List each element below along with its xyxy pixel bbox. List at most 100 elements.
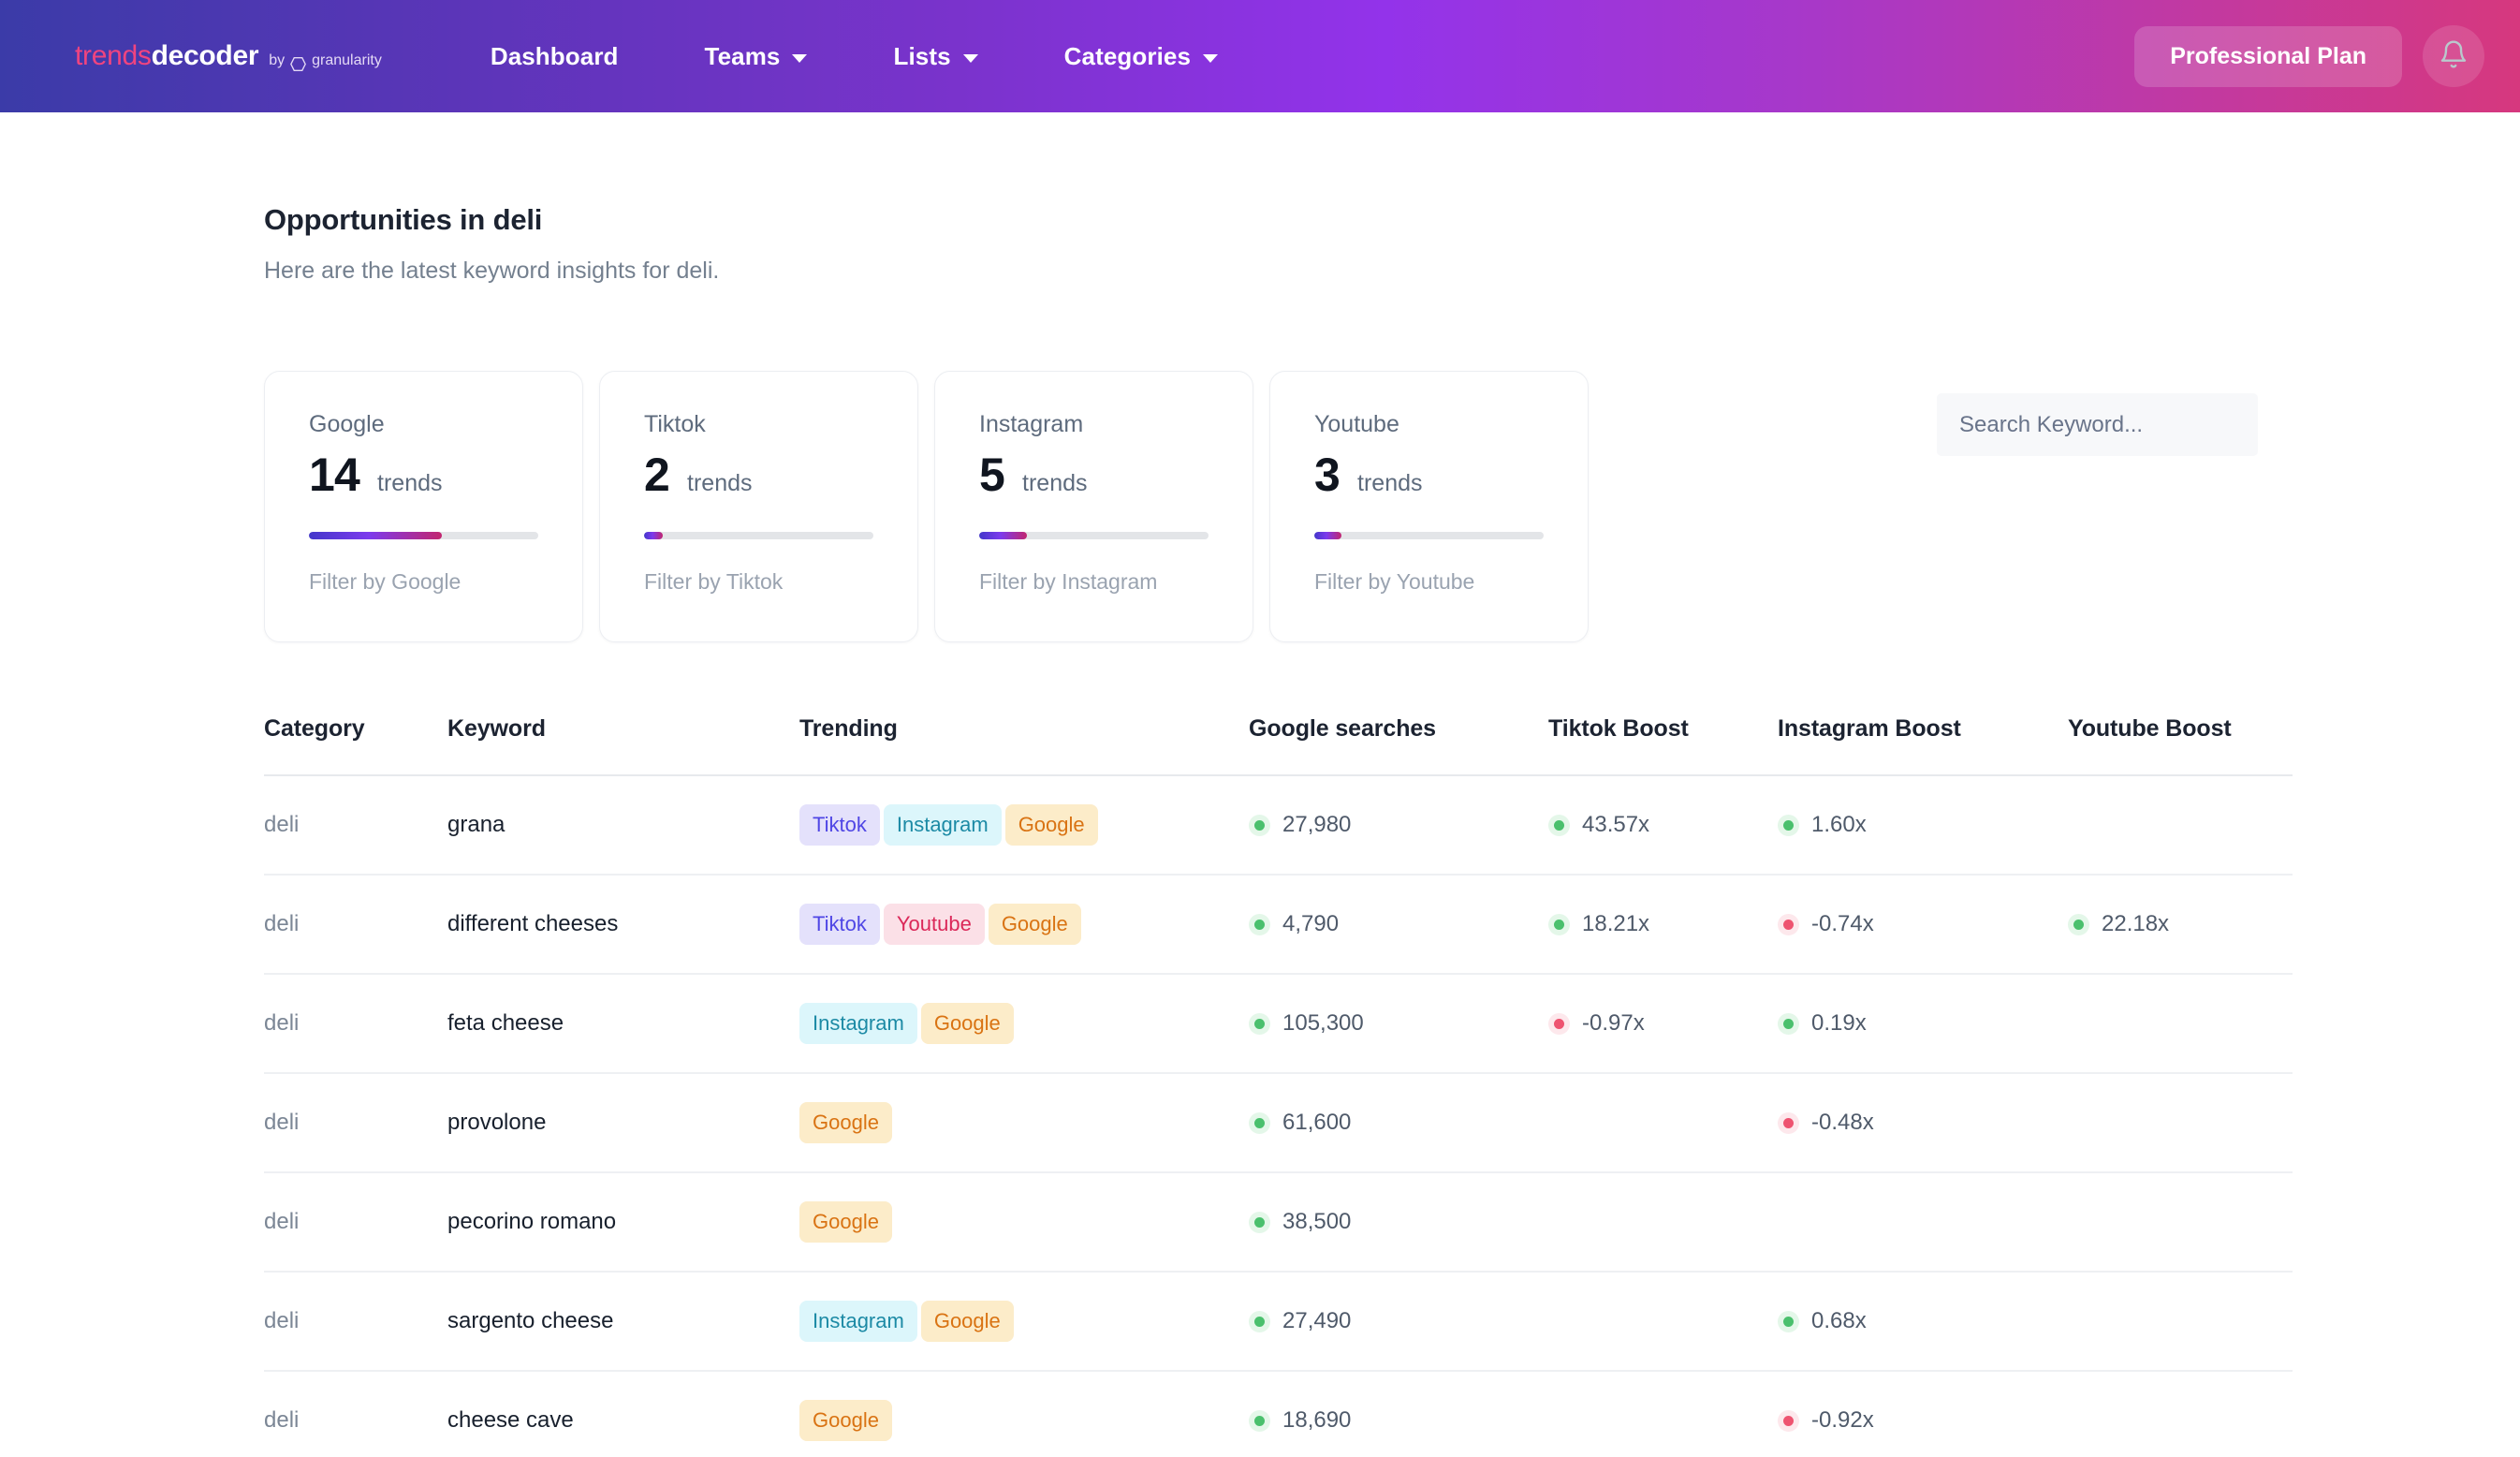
negative-indicator-icon [1548, 1012, 1570, 1035]
metric-google-searches: 18,690 [1249, 1407, 1548, 1434]
trending-tag-instagram[interactable]: Instagram [799, 1301, 917, 1342]
metric-value: -0.48x [1811, 1110, 1874, 1135]
cell-tiktok-boost [1548, 1371, 1778, 1457]
column-header-category[interactable]: Category [264, 715, 447, 775]
trending-tag-tiktok[interactable]: Tiktok [799, 804, 880, 846]
brand-name-secondary: decoder [151, 40, 259, 71]
stat-card-youtube-progress-fill [1314, 532, 1342, 539]
plan-badge[interactable]: Professional Plan [2134, 25, 2402, 87]
stat-card-google-filter-link[interactable]: Filter by Google [309, 569, 538, 595]
trending-tag-instagram[interactable]: Instagram [799, 1003, 917, 1044]
cell-google-searches: 38,500 [1249, 1172, 1548, 1273]
metric-value: 0.68x [1811, 1308, 1867, 1333]
cell-keyword[interactable]: provolone [447, 1073, 799, 1173]
nav-item-dashboard[interactable]: Dashboard [447, 33, 662, 81]
metric-instagram-boost: 0.19x [1778, 1010, 2068, 1037]
cell-keyword[interactable]: cheese cave [447, 1371, 799, 1457]
cell-google-searches: 18,690 [1249, 1371, 1548, 1457]
metric-value: 43.57x [1582, 812, 1650, 837]
metric-value: 0.19x [1811, 1010, 1867, 1036]
stat-card-instagram-value-row: 5 trends [979, 451, 1209, 498]
trending-tag-group: Instagram Google [799, 1301, 1249, 1342]
primary-nav-links: Dashboard Teams Lists Categories [447, 33, 1261, 81]
table-row[interactable]: deli feta cheese Instagram Google 105,300 -0.… [264, 974, 2293, 1074]
cell-keyword[interactable]: different cheeses [447, 875, 799, 975]
cell-keyword[interactable]: sargento cheese [447, 1272, 799, 1372]
bell-icon [2439, 39, 2469, 74]
table-row[interactable]: deli cheese cave Google 18,690 -0.92x [264, 1371, 2293, 1457]
opportunities-table-wrapper: Category Keyword Trending Google searche… [264, 715, 2293, 1457]
cell-keyword[interactable]: pecorino romano [447, 1172, 799, 1273]
nav-item-teams-label: Teams [704, 41, 781, 70]
metric-google-searches: 27,490 [1249, 1308, 1548, 1334]
trending-tag-google[interactable]: Google [799, 1102, 892, 1143]
cell-tiktok-boost [1548, 1073, 1778, 1173]
stat-card-google-unit: trends [377, 470, 443, 496]
trending-tag-instagram[interactable]: Instagram [883, 804, 1002, 846]
cell-keyword[interactable]: grana [447, 775, 799, 876]
cell-trending: Tiktok Instagram Google [799, 775, 1249, 876]
cell-category: deli [264, 775, 447, 876]
cell-tiktok-boost: 43.57x [1548, 775, 1778, 876]
metric-tiktok-boost: 43.57x [1548, 812, 1778, 838]
column-header-google-searches[interactable]: Google searches [1249, 715, 1548, 775]
positive-indicator-icon [1778, 1310, 1799, 1332]
nav-item-dashboard-label: Dashboard [490, 41, 619, 70]
column-header-trending[interactable]: Trending [799, 715, 1249, 775]
stat-card-tiktok-filter-link[interactable]: Filter by Tiktok [644, 569, 873, 595]
trending-tag-google[interactable]: Google [988, 904, 1081, 945]
cell-tiktok-boost [1548, 1172, 1778, 1273]
stat-card-tiktok-title: Tiktok [644, 411, 706, 437]
nav-item-categories[interactable]: Categories [1021, 33, 1261, 81]
cell-instagram-boost: -0.48x [1778, 1073, 2068, 1173]
stat-card-instagram[interactable]: Instagram 5 trends Filter by Instagram [934, 371, 1253, 642]
table-row[interactable]: deli pecorino romano Google 38,500 [264, 1172, 2293, 1273]
metric-youtube-boost: 22.18x [2068, 911, 2293, 937]
cell-google-searches: 4,790 [1249, 875, 1548, 975]
column-header-instagram-boost[interactable]: Instagram Boost [1778, 715, 2068, 775]
table-row[interactable]: deli different cheeses Tiktok Youtube Google… [264, 875, 2293, 975]
cell-tiktok-boost [1548, 1272, 1778, 1372]
trending-tag-tiktok[interactable]: Tiktok [799, 904, 880, 945]
cell-category: deli [264, 1272, 447, 1372]
cell-keyword[interactable]: feta cheese [447, 974, 799, 1074]
stat-card-youtube-filter-link[interactable]: Filter by Youtube [1314, 569, 1544, 595]
column-header-keyword[interactable]: Keyword [447, 715, 799, 775]
page-title: Opportunities in deli [264, 203, 543, 236]
positive-indicator-icon [1249, 1111, 1270, 1134]
stat-card-instagram-filter-link[interactable]: Filter by Instagram [979, 569, 1209, 595]
trending-tag-google[interactable]: Google [920, 1003, 1014, 1044]
metric-value: -0.97x [1582, 1010, 1645, 1036]
metric-value: 27,980 [1282, 812, 1352, 837]
trending-tag-google[interactable]: Google [799, 1201, 892, 1243]
metric-google-searches: 4,790 [1249, 911, 1548, 937]
stat-card-google[interactable]: Google 14 trends Filter by Google [264, 371, 583, 642]
metric-value: 38,500 [1282, 1209, 1352, 1234]
nav-item-lists-label: Lists [893, 41, 951, 70]
trending-tag-google[interactable]: Google [1004, 804, 1098, 846]
table-row[interactable]: deli provolone Google 61,600 -0.48x [264, 1073, 2293, 1173]
trending-tag-group: Instagram Google [799, 1003, 1249, 1044]
cell-youtube-boost: 22.18x [2068, 875, 2293, 975]
nav-right-group: Professional Plan [2134, 25, 2484, 87]
metric-value: -0.92x [1811, 1407, 1874, 1433]
notifications-button[interactable] [2423, 25, 2484, 87]
trending-tag-youtube[interactable]: Youtube [883, 904, 985, 945]
table-row[interactable]: deli grana Tiktok Instagram Google 27,980 43.5… [264, 775, 2293, 876]
stat-card-instagram-title: Instagram [979, 411, 1084, 437]
stat-card-instagram-count: 5 [979, 449, 1005, 501]
trending-tag-google[interactable]: Google [799, 1400, 892, 1441]
column-header-tiktok-boost[interactable]: Tiktok Boost [1548, 715, 1778, 775]
nav-item-teams[interactable]: Teams [662, 33, 851, 81]
brand-logo[interactable]: trendsdecoder by granularity [75, 40, 382, 72]
nav-item-lists[interactable]: Lists [850, 33, 1020, 81]
table-row[interactable]: deli sargento cheese Instagram Google 27,490… [264, 1272, 2293, 1372]
column-header-youtube-boost[interactable]: Youtube Boost [2068, 715, 2293, 775]
metric-value: 18.21x [1582, 911, 1650, 936]
stat-card-tiktok-unit: trends [687, 470, 753, 496]
stat-card-tiktok[interactable]: Tiktok 2 trends Filter by Tiktok [599, 371, 918, 642]
stat-card-youtube[interactable]: Youtube 3 trends Filter by Youtube [1269, 371, 1589, 642]
trending-tag-google[interactable]: Google [920, 1301, 1014, 1342]
table-body: deli grana Tiktok Instagram Google 27,980 43.5… [264, 775, 2293, 1457]
search-input[interactable] [1937, 393, 2258, 456]
